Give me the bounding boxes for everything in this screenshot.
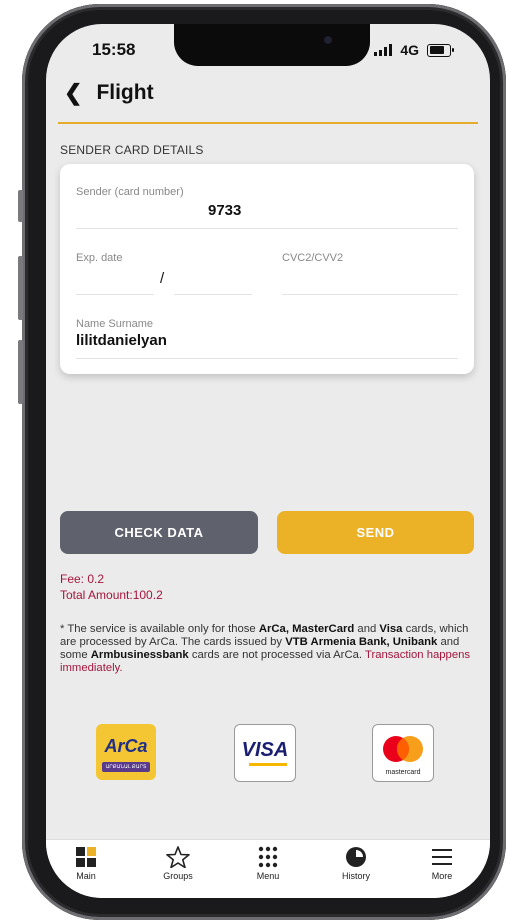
note-visa: Visa <box>379 623 403 635</box>
bottom-tab-bar: Main Groups Menu History More <box>46 839 490 898</box>
battery-icon <box>427 43 451 57</box>
total-amount-text: Total Amount:100.2 <box>60 588 163 602</box>
tab-history[interactable]: History <box>326 846 386 881</box>
exp-date-label: Exp. date <box>76 252 123 264</box>
section-title: SENDER CARD DETAILS <box>60 143 204 157</box>
clock-icon <box>346 847 366 867</box>
payment-logos: ArCa ԱՐՔԱՆԱԼ ՔԱՐՏ VISA mastercard <box>46 724 490 784</box>
note-arca-mastercard: ArCa, MasterCard <box>258 623 355 635</box>
cvc-field[interactable] <box>282 294 458 295</box>
card-number-underline <box>76 228 458 229</box>
cvc-label: CVC2/CVV2 <box>282 252 344 264</box>
arca-logo-subtext: ԱՐՔԱՆԱԼ ՔԱՐՏ <box>105 764 147 770</box>
sender-card-form: Sender (card number) 9733 Exp. date / CV… <box>60 164 474 374</box>
fee-text: Fee: 0.2 <box>60 572 105 586</box>
signal-icon <box>374 44 393 56</box>
tab-groups-label: Groups <box>163 871 193 881</box>
note-text-2: and <box>354 623 380 635</box>
mastercard-logo: mastercard <box>372 724 434 782</box>
visa-logo-stripe <box>249 763 287 766</box>
tab-main-label: Main <box>76 871 96 881</box>
note-text-5: cards are not processed via ArCa. <box>188 649 365 661</box>
send-button[interactable]: SEND <box>277 511 474 554</box>
exp-month-field[interactable] <box>76 294 154 295</box>
tab-main[interactable]: Main <box>56 846 116 881</box>
network-type: 4G <box>400 42 419 58</box>
mastercard-circles-icon <box>383 736 423 762</box>
tab-history-label: History <box>341 871 370 881</box>
fee-info: Fee: 0.2 Total Amount:100.2 <box>60 571 163 603</box>
note-text-1: * The service is available only for thos… <box>60 623 259 635</box>
tab-groups[interactable]: Groups <box>148 846 208 881</box>
grid-icon <box>76 847 96 867</box>
name-label: Name Surname <box>76 318 154 330</box>
camera-dot <box>324 36 332 44</box>
volume-up-button <box>18 256 23 320</box>
service-note: * The service is available only for thos… <box>60 623 478 675</box>
note-vtb-unibank: VTB Armenia Bank, Unibank <box>285 636 438 648</box>
tab-more[interactable]: More <box>412 846 472 881</box>
check-data-button[interactable]: CHECK DATA <box>60 511 258 554</box>
note-armbusinessbank: Armbusinessbank <box>90 649 189 661</box>
header-divider <box>58 122 478 124</box>
visa-logo-text: VISA <box>241 739 289 761</box>
card-number-value[interactable]: 9733 <box>208 202 241 219</box>
arca-logo: ArCa ԱՐՔԱՆԱԼ ՔԱՐՏ <box>96 724 156 780</box>
status-indicators: 4G <box>374 42 454 58</box>
arca-logo-band: ԱՐՔԱՆԱԼ ՔԱՐՏ <box>102 762 150 772</box>
tab-more-label: More <box>431 871 453 881</box>
notch <box>174 24 370 66</box>
card-number-label: Sender (card number) <box>76 186 184 198</box>
tab-menu-label: Menu <box>256 871 280 881</box>
battery-tip <box>452 48 454 52</box>
dots-grid-icon <box>258 846 278 868</box>
visa-logo: VISA <box>234 724 296 782</box>
exp-date-separator: / <box>160 270 165 287</box>
volume-down-button <box>18 340 23 404</box>
hamburger-icon <box>432 849 452 865</box>
app-screen: 15:58 4G ❮ Flight SENDER CARD DETAILS Se… <box>46 24 490 898</box>
page-title: Flight <box>96 81 154 104</box>
exp-year-field[interactable] <box>174 294 252 295</box>
arca-logo-text: ArCa <box>104 736 148 756</box>
name-underline <box>76 358 458 359</box>
name-value[interactable]: lilitdanielyan <box>76 332 167 349</box>
status-time: 15:58 <box>92 40 136 59</box>
mute-switch <box>18 190 23 222</box>
back-chevron-icon[interactable]: ❮ <box>64 80 82 106</box>
page-header: ❮ Flight <box>64 80 154 106</box>
mastercard-logo-text: mastercard <box>385 769 421 776</box>
star-icon <box>166 846 190 868</box>
tab-menu[interactable]: Menu <box>238 846 298 881</box>
